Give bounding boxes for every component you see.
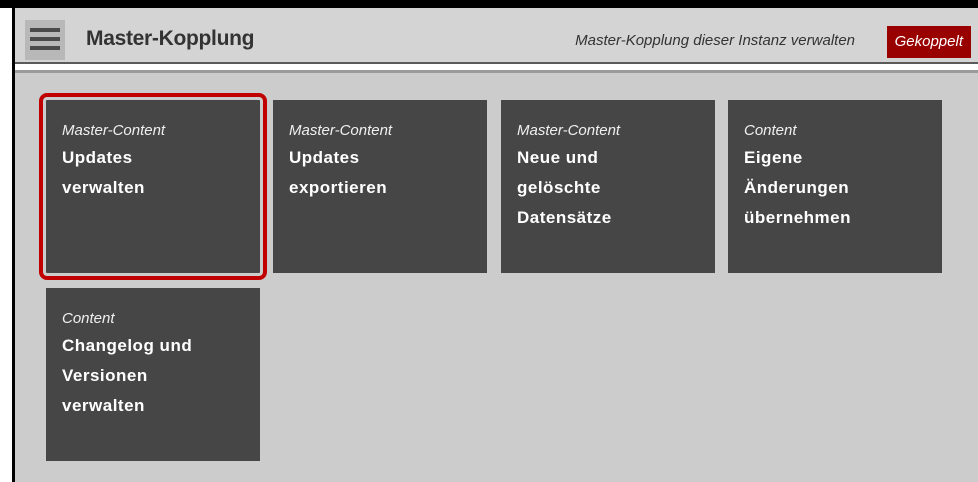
tile-neue-geloeschte-datensaetze[interactable]: Master-Content Neue und gelöschte Datens… xyxy=(501,100,715,273)
tile-changelog-versionen[interactable]: Content Changelog und Versionen verwalte… xyxy=(46,288,260,461)
tile-title: Updates verwalten xyxy=(62,148,145,197)
tile-eigene-aenderungen[interactable]: Content Eigene Änderungen übernehmen xyxy=(728,100,942,273)
app-header: Master-Kopplung Master-Kopplung dieser I… xyxy=(15,8,978,64)
tile-category: Content xyxy=(62,310,115,327)
tile-updates-verwalten[interactable]: Master-Content Updates verwalten xyxy=(39,93,267,280)
menu-button[interactable] xyxy=(25,20,65,60)
status-badge: Gekoppelt xyxy=(886,26,971,58)
tile-title: Eigene Änderungen übernehmen xyxy=(744,148,852,227)
window-top-border xyxy=(0,0,978,8)
tile-title: Changelog und Versionen verwalten xyxy=(62,336,193,415)
page-title: Master-Kopplung xyxy=(86,27,255,50)
page-subtitle: Master-Kopplung dieser Instanz verwalten xyxy=(575,32,855,49)
tile-category: Master-Content xyxy=(289,122,393,139)
hamburger-icon xyxy=(25,28,65,50)
tile-title: Neue und gelöschte Datensätze xyxy=(517,148,612,227)
tile-category: Master-Content xyxy=(517,122,621,139)
tile-category: Content xyxy=(744,122,797,139)
tile-updates-exportieren[interactable]: Master-Content Updates exportieren xyxy=(273,100,487,273)
tile-title: Updates exportieren xyxy=(289,148,388,197)
tile-category: Master-Content xyxy=(62,122,166,139)
tile-area: Master-Content Updates verwalten Master-… xyxy=(15,70,978,482)
